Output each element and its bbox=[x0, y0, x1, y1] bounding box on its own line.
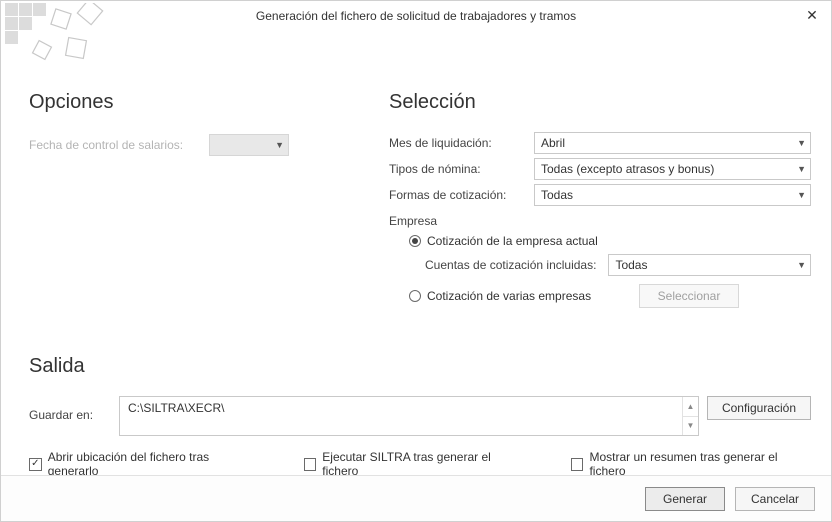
seleccion-heading: Selección bbox=[389, 91, 811, 114]
titlebar: Generación del fichero de solicitud de t… bbox=[1, 1, 831, 31]
mes-value: Abril bbox=[541, 136, 565, 150]
formas-label: Formas de cotización: bbox=[389, 188, 534, 202]
spin-down-icon[interactable]: ▼ bbox=[683, 416, 698, 436]
guardar-label: Guardar en: bbox=[29, 396, 111, 436]
generar-button[interactable]: Generar bbox=[645, 487, 725, 511]
chevron-down-icon: ▼ bbox=[797, 260, 806, 270]
content-area: Opciones Fecha de control de salarios: ▼… bbox=[29, 91, 811, 461]
salida-section: Salida Guardar en: C:\SILTRA\XECR\ ▲ ▼ C… bbox=[29, 355, 811, 478]
tipos-combo[interactable]: Todas (excepto atrasos y bonus) ▼ bbox=[534, 158, 811, 180]
fecha-control-label: Fecha de control de salarios: bbox=[29, 138, 209, 152]
dialog-title: Generación del fichero de solicitud de t… bbox=[256, 9, 576, 23]
checkbox-icon bbox=[304, 458, 317, 471]
fecha-control-combo: ▼ bbox=[209, 134, 289, 156]
chevron-down-icon: ▼ bbox=[797, 138, 806, 148]
formas-combo[interactable]: Todas ▼ bbox=[534, 184, 811, 206]
chevron-down-icon: ▼ bbox=[797, 190, 806, 200]
footer-bar: Generar Cancelar bbox=[1, 475, 831, 521]
chk-abrir-label: Abrir ubicación del fichero tras generar… bbox=[48, 450, 258, 478]
close-icon[interactable]: ✕ bbox=[803, 7, 821, 25]
radio-empresa-actual-label: Cotización de la empresa actual bbox=[427, 234, 598, 248]
tipos-label: Tipos de nómina: bbox=[389, 162, 534, 176]
path-spinner: ▲ ▼ bbox=[682, 397, 698, 435]
radio-varias-empresas[interactable]: Cotización de varias empresas Selecciona… bbox=[389, 284, 811, 308]
opciones-section: Opciones Fecha de control de salarios: ▼ bbox=[29, 91, 359, 162]
salida-heading: Salida bbox=[29, 355, 811, 378]
mes-combo[interactable]: Abril ▼ bbox=[534, 132, 811, 154]
radio-icon bbox=[409, 290, 421, 302]
radio-icon bbox=[409, 235, 421, 247]
chk-ejecutar-siltra[interactable]: Ejecutar SILTRA tras generar el fichero bbox=[304, 450, 525, 478]
mes-label: Mes de liquidación: bbox=[389, 136, 534, 150]
guardar-path-box[interactable]: C:\SILTRA\XECR\ ▲ ▼ bbox=[119, 396, 699, 436]
chk-abrir-ubicacion[interactable]: ✓ Abrir ubicación del fichero tras gener… bbox=[29, 450, 258, 478]
seleccionar-button: Seleccionar bbox=[639, 284, 739, 308]
cuentas-label: Cuentas de cotización incluidas: bbox=[425, 258, 596, 272]
seleccion-section: Selección Mes de liquidación: Abril ▼ Ti… bbox=[389, 91, 811, 308]
tipos-value: Todas (excepto atrasos y bonus) bbox=[541, 162, 714, 176]
chevron-down-icon: ▼ bbox=[275, 140, 284, 150]
cuentas-combo[interactable]: Todas ▼ bbox=[608, 254, 811, 276]
cuentas-value: Todas bbox=[615, 258, 647, 272]
radio-varias-label: Cotización de varias empresas bbox=[427, 289, 607, 303]
configuracion-button[interactable]: Configuración bbox=[707, 396, 811, 420]
empresa-label: Empresa bbox=[389, 214, 811, 228]
formas-value: Todas bbox=[541, 188, 573, 202]
checkbox-icon: ✓ bbox=[29, 458, 42, 471]
chk-mostrar-resumen[interactable]: Mostrar un resumen tras generar el fiche… bbox=[571, 450, 811, 478]
chevron-down-icon: ▼ bbox=[797, 164, 806, 174]
opciones-heading: Opciones bbox=[29, 91, 359, 114]
spin-up-icon[interactable]: ▲ bbox=[683, 397, 698, 416]
guardar-path-value: C:\SILTRA\XECR\ bbox=[120, 397, 682, 435]
cancelar-button[interactable]: Cancelar bbox=[735, 487, 815, 511]
chk-ejecutar-label: Ejecutar SILTRA tras generar el fichero bbox=[322, 450, 524, 478]
chk-resumen-label: Mostrar un resumen tras generar el fiche… bbox=[589, 450, 811, 478]
checkbox-icon bbox=[571, 458, 584, 471]
radio-empresa-actual[interactable]: Cotización de la empresa actual bbox=[389, 234, 811, 248]
dialog-window: Generación del fichero de solicitud de t… bbox=[0, 0, 832, 522]
